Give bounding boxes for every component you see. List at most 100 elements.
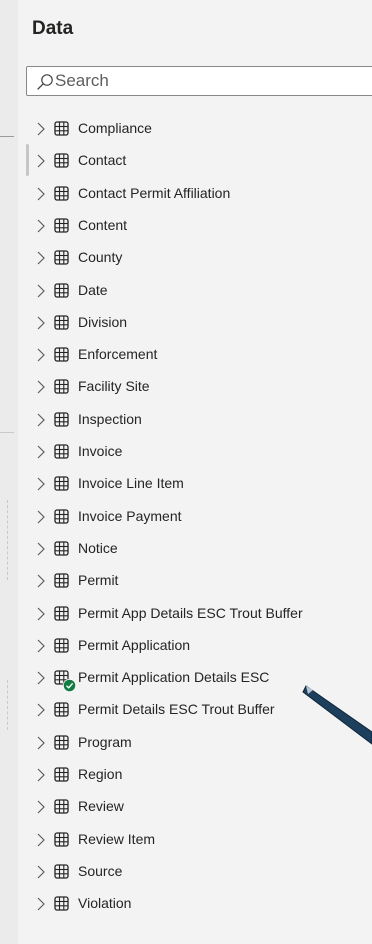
- table-item-label: Permit Application Details ESC: [78, 669, 270, 686]
- check-badge-icon: [63, 679, 76, 693]
- table-item[interactable]: Permit App Details ESC Trout Buffer: [18, 597, 372, 629]
- chevron-right-icon[interactable]: [36, 122, 46, 136]
- canvas-edge: [0, 0, 18, 944]
- table-icon: [54, 185, 69, 201]
- table-item[interactable]: Invoice: [18, 435, 372, 467]
- chevron-right-icon[interactable]: [36, 671, 46, 685]
- table-icon: [54, 347, 69, 362]
- table-item-label: Compliance: [78, 120, 152, 136]
- table-item-label: Review: [78, 798, 124, 815]
- table-item[interactable]: Permit: [18, 564, 372, 596]
- table-item-label: Program: [78, 733, 132, 750]
- table-item-label: Region: [78, 766, 123, 782]
- table-icon: [54, 638, 69, 653]
- table-item-label: Contact: [78, 152, 127, 169]
- table-item-label: Permit App Details ESC Trout Buffer: [78, 604, 303, 621]
- table-item-label: Source: [78, 862, 123, 879]
- table-icon: [54, 767, 69, 782]
- chevron-right-icon[interactable]: [36, 542, 46, 556]
- table-icon: [54, 250, 69, 265]
- table-item[interactable]: Review: [18, 790, 372, 822]
- table-icon: [54, 735, 69, 750]
- chevron-right-icon[interactable]: [36, 736, 46, 750]
- table-item-label: Content: [78, 216, 128, 233]
- chevron-right-icon[interactable]: [36, 154, 46, 168]
- table-icon: [54, 379, 69, 395]
- chevron-right-icon[interactable]: [36, 607, 46, 621]
- table-icon: [54, 121, 69, 136]
- search-box[interactable]: [26, 66, 372, 96]
- table-icon: [54, 508, 69, 524]
- table-item-label: Invoice Line Item: [78, 475, 184, 492]
- table-item[interactable]: Enforcement: [18, 338, 372, 370]
- table-item[interactable]: Inspection: [18, 403, 372, 435]
- chevron-right-icon[interactable]: [36, 800, 46, 814]
- table-item[interactable]: Content: [18, 209, 372, 241]
- table-item[interactable]: Notice: [18, 532, 372, 564]
- chevron-right-icon[interactable]: [36, 380, 46, 394]
- table-item[interactable]: Violation: [18, 887, 372, 919]
- table-icon: [54, 444, 69, 459]
- search-input[interactable]: [55, 67, 355, 95]
- table-icon: [54, 315, 69, 330]
- table-item-label: Review Item: [78, 830, 156, 847]
- table-item[interactable]: Date: [18, 274, 372, 306]
- table-item[interactable]: Permit Application: [18, 629, 372, 661]
- table-item[interactable]: Invoice Payment: [18, 500, 372, 532]
- table-item-label: Date: [78, 281, 108, 298]
- table-item-label: Division: [78, 313, 128, 330]
- table-item-label: Invoice Payment: [78, 507, 182, 524]
- chevron-right-icon[interactable]: [36, 510, 46, 524]
- table-item[interactable]: Permit Details ESC Trout Buffer: [18, 693, 372, 725]
- table-item[interactable]: Contact: [18, 144, 372, 176]
- table-item-label: Contact Permit Affiliation: [78, 184, 231, 201]
- chevron-right-icon[interactable]: [36, 768, 46, 782]
- table-item[interactable]: Invoice Line Item: [18, 467, 372, 499]
- table-item-label: County: [78, 249, 123, 266]
- table-icon: [54, 282, 69, 298]
- chevron-right-icon[interactable]: [36, 639, 46, 653]
- chevron-right-icon[interactable]: [36, 897, 46, 911]
- table-item-label: Inspection: [78, 410, 142, 427]
- table-item[interactable]: Permit Application Details ESC: [18, 661, 372, 693]
- table-item-label: Facility Site: [78, 378, 150, 395]
- chevron-right-icon[interactable]: [36, 703, 46, 717]
- chevron-right-icon[interactable]: [36, 284, 46, 298]
- table-icon: [54, 702, 69, 718]
- table-item[interactable]: Review Item: [18, 823, 372, 855]
- table-item[interactable]: Program: [18, 726, 372, 758]
- table-item-label: Invoice: [78, 443, 123, 459]
- chevron-right-icon[interactable]: [36, 445, 46, 459]
- table-icon: [54, 218, 69, 233]
- chevron-right-icon[interactable]: [36, 865, 46, 879]
- table-item[interactable]: Region: [18, 758, 372, 790]
- chevron-right-icon[interactable]: [36, 833, 46, 847]
- chevron-right-icon[interactable]: [36, 574, 46, 588]
- table-icon: [54, 896, 69, 911]
- chevron-right-icon[interactable]: [36, 348, 46, 362]
- table-item[interactable]: Division: [18, 306, 372, 338]
- table-icon: [54, 605, 69, 621]
- table-item[interactable]: Contact Permit Affiliation: [18, 177, 372, 209]
- table-item[interactable]: Compliance: [18, 112, 372, 144]
- table-item-label: Permit Details ESC Trout Buffer: [78, 701, 275, 718]
- table-item[interactable]: Facility Site: [18, 370, 372, 402]
- chevron-right-icon[interactable]: [36, 251, 46, 265]
- chevron-right-icon[interactable]: [36, 477, 46, 491]
- table-icon: [54, 864, 69, 879]
- table-icon: [54, 831, 69, 847]
- search-icon: [37, 74, 53, 90]
- divider: [0, 136, 14, 137]
- table-item[interactable]: Source: [18, 855, 372, 887]
- table-icon: [54, 476, 69, 491]
- table-icon: [54, 412, 69, 427]
- chevron-right-icon[interactable]: [36, 187, 46, 201]
- chevron-right-icon[interactable]: [36, 219, 46, 233]
- table-item-label: Notice: [78, 539, 118, 556]
- table-icon: [54, 541, 69, 556]
- table-icon: [54, 573, 69, 588]
- table-item[interactable]: County: [18, 241, 372, 273]
- chevron-right-icon[interactable]: [36, 316, 46, 330]
- table-item-label: Violation: [78, 895, 132, 912]
- chevron-right-icon[interactable]: [36, 413, 46, 427]
